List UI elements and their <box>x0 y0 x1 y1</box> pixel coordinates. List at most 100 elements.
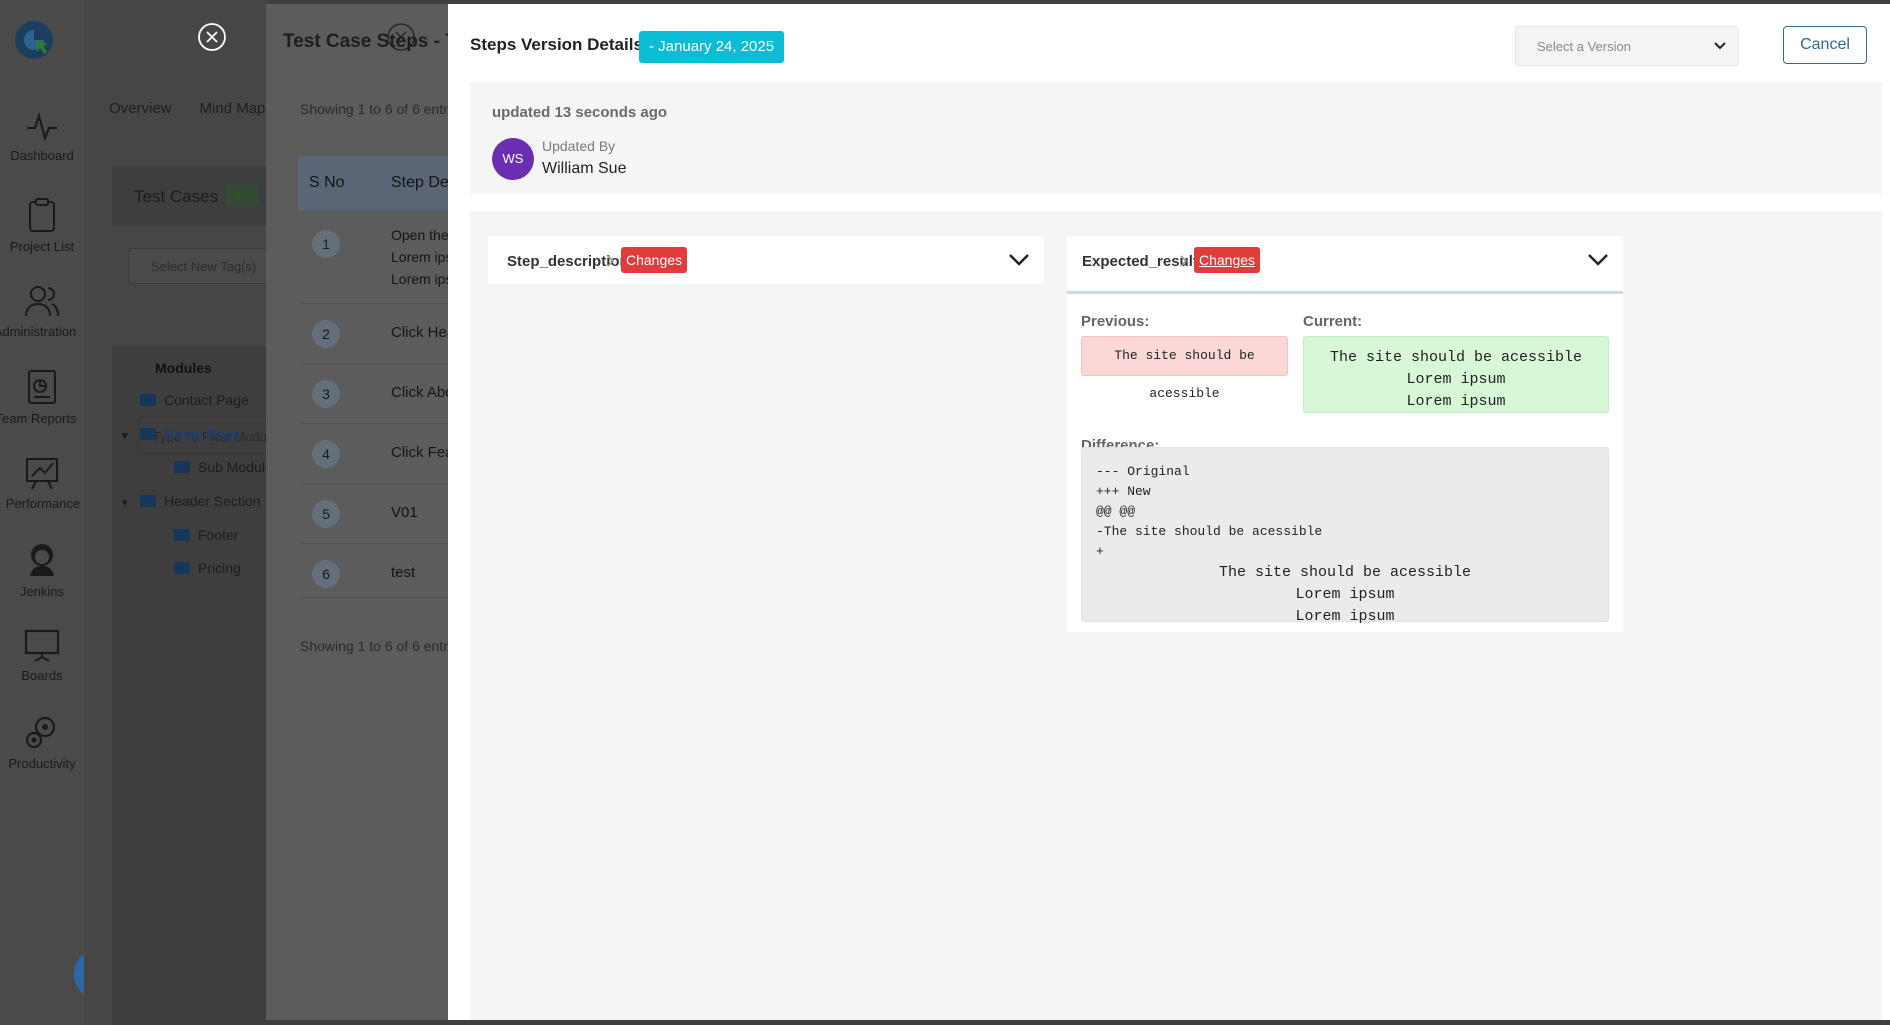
nav-label: Boards <box>21 668 63 683</box>
caret-down-icon[interactable]: ▾ <box>122 496 136 509</box>
table-row[interactable]: 6 test <box>298 544 458 598</box>
current-value: The site should be acessible Lorem ipsum L… <box>1303 336 1609 413</box>
table-row[interactable]: 4 Click Features <box>298 424 487 484</box>
folder-icon <box>174 461 190 473</box>
test-cases-count-badge: 47 <box>225 184 259 206</box>
chevron-down-icon[interactable] <box>1587 253 1609 267</box>
step-description-panel[interactable]: Step_description Changes <box>488 236 1044 284</box>
folder-icon <box>174 562 190 574</box>
updated-by-name: William Sue <box>542 160 627 177</box>
test-case-steps-drawer: Test Case Steps - T Showing 1 to 6 of 6 … <box>198 4 508 1020</box>
step-number: 5 <box>312 500 340 528</box>
nav-label: Jenkins <box>19 584 65 599</box>
version-date-badge: - January 24, 2025 <box>639 31 785 63</box>
presentation-board-icon <box>24 629 60 662</box>
module-label: Footer <box>198 527 239 543</box>
current-line: Lorem ipsum <box>1406 371 1506 388</box>
app-logo-icon[interactable] <box>14 20 56 62</box>
nav-label: Administration <box>0 324 77 339</box>
updated-time: updated 13 seconds ago <box>492 104 668 121</box>
step-number: 1 <box>312 230 340 258</box>
tag-select[interactable]: Select New Tag(s) <box>128 248 288 284</box>
panel-header[interactable]: Expected_result Changes <box>1067 236 1623 294</box>
clipboard-icon <box>29 198 55 232</box>
diff-line: + <box>1096 544 1104 559</box>
table-row[interactable]: 2 Click Header <box>298 304 477 364</box>
jenkins-icon <box>30 544 54 576</box>
entries-info: Showing 1 to 6 of 6 entries <box>300 101 466 117</box>
step-description: test <box>391 564 416 581</box>
table-row[interactable]: 3 Click About <box>298 364 466 424</box>
module-tree-item[interactable]: ▾ Home Page <box>122 426 240 442</box>
version-select[interactable]: Select a Version <box>1515 26 1739 66</box>
tab-overview[interactable]: Overview <box>109 100 172 117</box>
nav-productivity[interactable]: Productivity <box>0 714 84 771</box>
nav-jenkins[interactable]: Jenkins <box>0 542 84 599</box>
update-meta: updated 13 seconds ago WS Updated By Wil… <box>470 82 1882 194</box>
diff-added-line: The site should be acessible <box>1218 564 1472 581</box>
nav-label: Dashboard <box>10 148 74 163</box>
module-tree-item[interactable]: Pricing <box>174 560 241 576</box>
module-tree-item[interactable]: Sub Module <box>174 459 273 475</box>
caret-down-icon[interactable]: ▾ <box>122 429 136 442</box>
chevron-right-icon <box>1180 255 1187 267</box>
chevron-down-icon[interactable] <box>1008 253 1030 267</box>
nav-dashboard[interactable]: Dashboard <box>0 112 84 163</box>
entries-info-bottom: Showing 1 to 6 of 6 entries <box>300 638 466 654</box>
nav-label: Project List <box>9 239 75 254</box>
module-label: Pricing <box>198 560 241 576</box>
tab-mind-map[interactable]: Mind Map <box>200 100 266 117</box>
current-line: Lorem ipsum <box>1406 393 1506 410</box>
diff-line: @@ @@ <box>1096 504 1136 519</box>
step-number: 3 <box>312 380 340 408</box>
diff-added-line: Lorem ipsum <box>1295 608 1395 625</box>
changes-badge: Changes <box>621 247 688 273</box>
table-row[interactable]: 5 V01 <box>298 484 458 544</box>
module-tree-item[interactable]: Footer <box>174 527 238 543</box>
difference-value: --- Original +++ New @@ @@ -The site should… <box>1081 447 1609 625</box>
chart-board-icon <box>26 458 58 490</box>
version-select-placeholder: Select a Version <box>1537 39 1631 54</box>
changes-badge[interactable]: Changes <box>1194 247 1261 273</box>
updated-by-label: Updated By <box>542 138 616 154</box>
table-row[interactable]: 1 Open the site Lorem ipsum Lorem ipsum <box>298 210 474 304</box>
module-label: Contact Page <box>164 392 249 408</box>
diff-area: Step_description Changes Expected_result… <box>470 211 1882 1020</box>
cancel-button[interactable]: Cancel <box>1783 26 1867 64</box>
test-cases-label: Test Cases <box>134 187 219 206</box>
diff-line: -The site should be acessible <box>1096 524 1323 539</box>
module-label: Sub Module <box>198 459 273 475</box>
current-label: Current: <box>1303 313 1363 330</box>
chevron-down-icon <box>1714 42 1726 50</box>
nav-project-list[interactable]: Project List <box>0 197 84 254</box>
col-sno: S No <box>309 174 345 191</box>
diff-added-line: Lorem ipsum <box>1295 586 1395 603</box>
steps-table-header: S No Step Description <box>298 156 508 210</box>
pulse-icon <box>27 112 57 142</box>
folder-icon <box>140 394 156 406</box>
module-tree-item[interactable]: Contact Page <box>140 392 249 408</box>
diff-line: --- Original <box>1096 464 1190 479</box>
nav-label: Productivity <box>8 756 76 771</box>
close-icon[interactable] <box>197 22 227 52</box>
steps-version-modal: Steps Version Details - January 24, 2025… <box>448 4 1890 1020</box>
modal-title: Steps Version Details <box>470 35 643 54</box>
test-cases-card: Test Cases 47 <box>112 166 282 226</box>
nav-administration[interactable]: Administration <box>0 284 84 339</box>
avatar: WS <box>492 138 534 180</box>
folder-icon <box>174 529 190 541</box>
nav-label: Performance <box>5 496 81 511</box>
users-icon <box>25 286 59 317</box>
panel-header[interactable]: Step_description Changes <box>488 236 1044 284</box>
folder-icon <box>140 428 156 440</box>
step-number: 6 <box>312 560 340 588</box>
step-number: 2 <box>312 320 340 348</box>
step-number: 4 <box>312 440 340 468</box>
nav-performance[interactable]: Performance <box>0 456 84 511</box>
nav-boards[interactable]: Boards <box>0 628 84 683</box>
module-tree-item[interactable]: ▾ Header Section <box>122 493 261 509</box>
drawer-title: Test Case Steps - T <box>283 31 457 52</box>
module-label: Home Page <box>164 426 241 442</box>
previous-value: The site should be acessible <box>1081 336 1288 401</box>
nav-team-reports[interactable]: Team Reports <box>0 369 84 426</box>
